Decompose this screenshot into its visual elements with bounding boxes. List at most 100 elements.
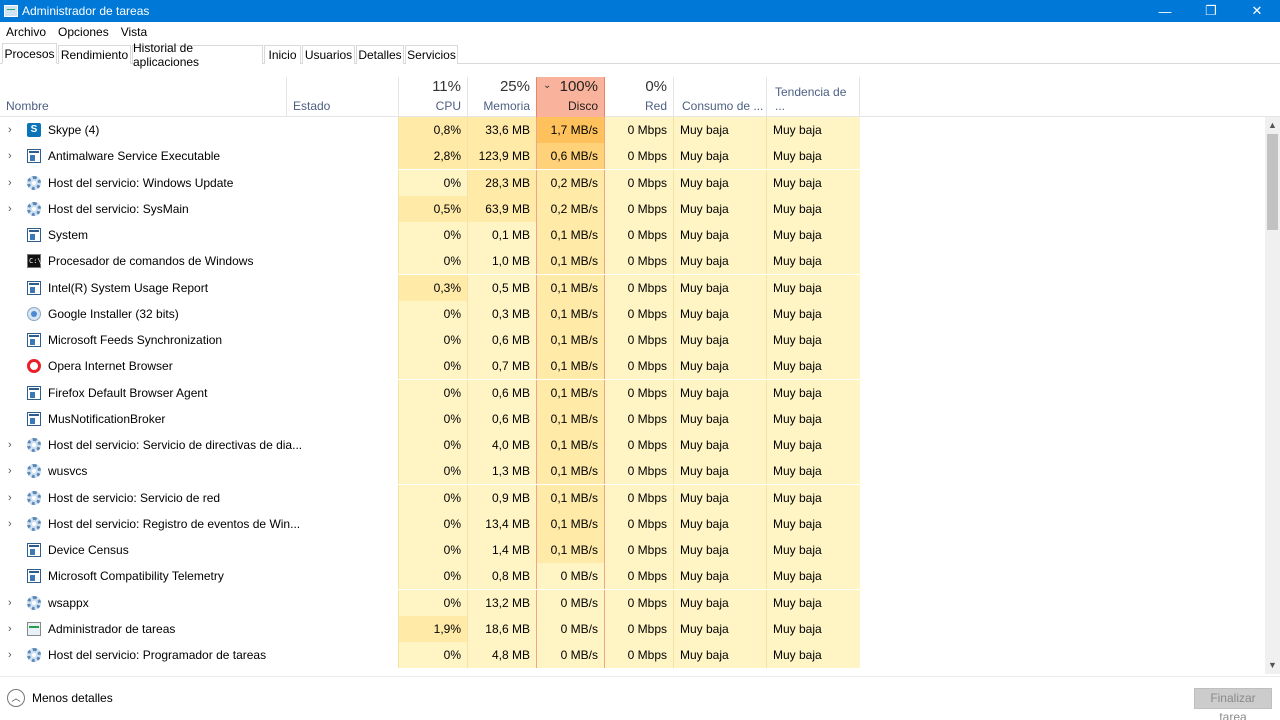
col-cpu[interactable]: 11% CPU	[398, 77, 467, 117]
scroll-thumb[interactable]	[1267, 134, 1278, 230]
col-network-label: Red	[644, 99, 667, 113]
table-row[interactable]: System 0% 0,1 MB 0,1 MB/s 0 Mbps Muy baja Muy …	[0, 222, 1265, 248]
tab-historial[interactable]: Historial de aplicaciones	[132, 41, 263, 69]
col-trend[interactable]: Tendencia de ...	[766, 77, 860, 117]
disk-cell: 0,2 MB/s	[536, 170, 605, 196]
table-row[interactable]: Microsoft Feeds Synchronization 0% 0,6 MB 0…	[0, 327, 1265, 353]
menu-vista[interactable]: Vista	[115, 25, 153, 39]
table-row[interactable]: Firefox Default Browser Agent 0% 0,6 MB 0,1…	[0, 380, 1265, 406]
table-row[interactable]: › wsappx 0% 13,2 MB 0 MB/s 0 Mbps Muy baja Muy …	[0, 590, 1265, 616]
minimize-button[interactable]: —	[1142, 0, 1188, 22]
table-row[interactable]: › Host del servicio: Windows Update 0% 28,3…	[0, 170, 1265, 196]
cpu-cell: 0,8%	[398, 117, 467, 143]
table-row[interactable]: › wusvcs 0% 1,3 MB 0,1 MB/s 0 Mbps Muy baja Muy…	[0, 458, 1265, 484]
less-details-button[interactable]: ︿ Menos detalles	[7, 689, 113, 707]
chevron-right-icon[interactable]: ›	[8, 590, 12, 616]
memory-cell: 0,3 MB	[467, 301, 536, 327]
gear-icon	[27, 648, 41, 662]
disk-cell: 0,1 MB/s	[536, 511, 605, 537]
table-row[interactable]: Device Census 0% 1,4 MB 0,1 MB/s 0 Mbps Muy b…	[0, 537, 1265, 563]
col-status[interactable]: Estado	[286, 77, 398, 117]
end-task-button[interactable]: Finalizar tarea	[1194, 688, 1272, 720]
disk-total: 100%	[559, 78, 598, 95]
trend-cell: Muy baja	[766, 275, 860, 301]
title-bar: Administrador de tareas — ❐ ✕	[0, 0, 1280, 22]
tab-detalles[interactable]: Detalles	[356, 45, 404, 64]
trend-cell: Muy baja	[766, 458, 860, 484]
chevron-right-icon[interactable]: ›	[8, 511, 12, 537]
cpu-cell: 0%	[398, 301, 467, 327]
network-cell: 0 Mbps	[605, 170, 673, 196]
col-name[interactable]: Nombre	[0, 77, 286, 117]
table-row[interactable]: › S Skype (4) 0,8% 33,6 MB 1,7 MB/s 0 Mbps Muy …	[0, 117, 1265, 143]
table-row[interactable]: › Host del servicio: Registro de eventos …	[0, 511, 1265, 537]
power-cell: Muy baja	[673, 406, 766, 432]
table-row[interactable]: MusNotificationBroker 0% 0,6 MB 0,1 MB/s 0 M…	[0, 406, 1265, 432]
vertical-scrollbar[interactable]: ▲ ▼	[1265, 117, 1280, 674]
tab-rendimiento[interactable]: Rendimiento	[58, 45, 131, 64]
tab-procesos[interactable]: Procesos	[2, 43, 57, 64]
memory-cell: 1,3 MB	[467, 458, 536, 484]
table-row[interactable]: › Administrador de tareas 1,9% 18,6 MB 0 MB/…	[0, 616, 1265, 642]
table-row[interactable]: C:\ Procesador de comandos de Windows 0% 1,…	[0, 248, 1265, 274]
scroll-up-icon[interactable]: ▲	[1265, 117, 1280, 134]
trend-cell: Muy baja	[766, 170, 860, 196]
chevron-right-icon[interactable]: ›	[8, 170, 12, 196]
gear-icon	[27, 464, 41, 478]
trend-cell: Muy baja	[766, 143, 860, 169]
disk-cell: 0,6 MB/s	[536, 143, 605, 169]
col-power[interactable]: Consumo de ...	[673, 77, 766, 117]
menu-archivo[interactable]: Archivo	[0, 25, 52, 39]
process-name: System	[48, 228, 89, 242]
table-row[interactable]: Microsoft Compatibility Telemetry 0% 0,8 M…	[0, 563, 1265, 589]
tab-servicios[interactable]: Servicios	[405, 45, 458, 64]
chevron-right-icon[interactable]: ›	[8, 616, 12, 642]
table-row[interactable]: Opera Internet Browser 0% 0,7 MB 0,1 MB/s 0 …	[0, 353, 1265, 379]
cpu-cell: 0%	[398, 353, 467, 379]
table-row[interactable]: Intel(R) System Usage Report 0,3% 0,5 MB 0,…	[0, 275, 1265, 301]
power-cell: Muy baja	[673, 248, 766, 274]
chevron-right-icon[interactable]: ›	[8, 196, 12, 222]
table-row[interactable]: Google Installer (32 bits) 0% 0,3 MB 0,1 MB…	[0, 301, 1265, 327]
window-icon	[27, 281, 41, 295]
chevron-right-icon[interactable]: ›	[8, 642, 12, 668]
tab-usuarios[interactable]: Usuarios	[302, 45, 355, 64]
chevron-right-icon[interactable]: ›	[8, 117, 12, 143]
table-row[interactable]: › Host del servicio: Servicio de directiv…	[0, 432, 1265, 458]
tab-inicio[interactable]: Inicio	[264, 45, 301, 64]
disk-cell: 0 MB/s	[536, 616, 605, 642]
disk-cell: 0,1 MB/s	[536, 537, 605, 563]
memory-cell: 18,6 MB	[467, 616, 536, 642]
power-cell: Muy baja	[673, 301, 766, 327]
cmd-icon: C:\	[27, 254, 42, 268]
col-memory[interactable]: 25% Memoria	[467, 77, 536, 117]
maximize-button[interactable]: ❐	[1188, 0, 1234, 22]
chevron-right-icon[interactable]: ›	[8, 485, 12, 511]
process-name: Device Census	[48, 543, 129, 557]
cpu-cell: 0%	[398, 380, 467, 406]
cpu-cell: 0%	[398, 170, 467, 196]
col-disk[interactable]: ⌄ 100% Disco	[536, 77, 605, 117]
disk-cell: 0 MB/s	[536, 642, 605, 668]
close-button[interactable]: ✕	[1234, 0, 1280, 22]
col-network[interactable]: 0% Red	[605, 77, 673, 117]
power-cell: Muy baja	[673, 275, 766, 301]
opera-icon	[27, 359, 41, 373]
chevron-right-icon[interactable]: ›	[8, 432, 12, 458]
table-row[interactable]: › Host del servicio: SysMain 0,5% 63,9 MB 0,…	[0, 196, 1265, 222]
process-name: Google Installer (32 bits)	[48, 307, 179, 321]
menu-opciones[interactable]: Opciones	[52, 25, 115, 39]
chevron-right-icon[interactable]: ›	[8, 143, 12, 169]
power-cell: Muy baja	[673, 537, 766, 563]
table-row[interactable]: › Host del servicio: Programador de tarea…	[0, 642, 1265, 668]
chevron-right-icon[interactable]: ›	[8, 458, 12, 484]
network-cell: 0 Mbps	[605, 222, 673, 248]
taskmgr-icon	[27, 622, 41, 636]
scroll-down-icon[interactable]: ▼	[1265, 657, 1280, 674]
network-cell: 0 Mbps	[605, 511, 673, 537]
task-manager-icon	[4, 5, 18, 17]
table-row[interactable]: › Host de servicio: Servicio de red 0% 0,9 …	[0, 485, 1265, 511]
window-icon	[27, 333, 41, 347]
window-icon	[27, 569, 41, 583]
table-row[interactable]: › Antimalware Service Executable 2,8% 123,9…	[0, 143, 1265, 169]
